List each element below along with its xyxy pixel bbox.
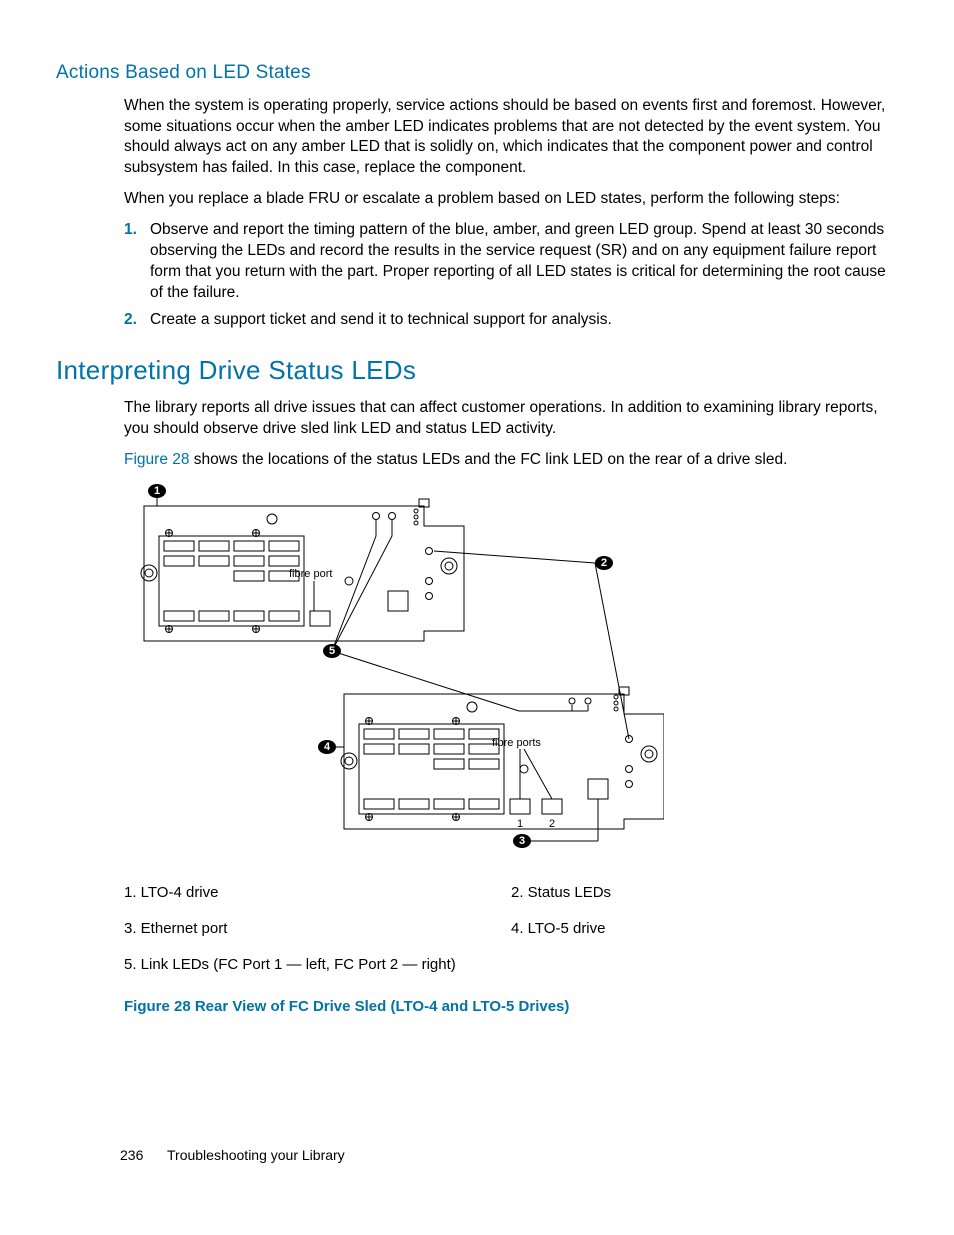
fibre-ports-label-bottom: fibre ports xyxy=(492,737,541,749)
legend-item-3: 3. Ethernet port xyxy=(124,919,511,939)
figure-caption: Figure 28 Rear View of FC Drive Sled (LT… xyxy=(124,997,898,1017)
step-2-text: Create a support ticket and send it to t… xyxy=(150,311,612,328)
legend-item-2: 2. Status LEDs xyxy=(511,883,898,903)
callout-4: 4 xyxy=(324,741,331,753)
legend-item-4: 4. LTO-5 drive xyxy=(511,919,898,939)
page-footer: 236 Troubleshooting your Library xyxy=(120,1146,345,1165)
port-1-label: 1 xyxy=(517,818,523,830)
section1-para1: When the system is operating properly, s… xyxy=(124,96,898,180)
figure-reference-link[interactable]: Figure 28 xyxy=(124,451,189,468)
drive-sled-diagram: fibre port 1 5 2 xyxy=(124,481,664,861)
fibre-port-label-top: fibre port xyxy=(289,568,332,580)
port-2-label: 2 xyxy=(549,818,555,830)
callout-1: 1 xyxy=(154,485,160,497)
step-2-number: 2. xyxy=(124,310,137,331)
step-1-text: Observe and report the timing pattern of… xyxy=(150,221,886,301)
section-heading-interpreting: Interpreting Drive Status LEDs xyxy=(56,353,898,388)
legend-item-5: 5. Link LEDs (FC Port 1 — left, FC Port … xyxy=(124,955,898,975)
step-1: 1. Observe and report the timing pattern… xyxy=(124,220,898,304)
section2-para1: The library reports all drive issues tha… xyxy=(124,398,898,440)
page-number: 236 xyxy=(120,1147,143,1163)
footer-title: Troubleshooting your Library xyxy=(167,1147,345,1163)
figure-legend: 1. LTO-4 drive 2. Status LEDs 3. Etherne… xyxy=(124,883,898,976)
callout-3: 3 xyxy=(519,835,525,847)
callout-5: 5 xyxy=(329,645,335,657)
section2-para2-rest: shows the locations of the status LEDs a… xyxy=(189,451,787,468)
section2-para2: Figure 28 shows the locations of the sta… xyxy=(124,450,898,471)
section1-para2: When you replace a blade FRU or escalate… xyxy=(124,189,898,210)
step-1-number: 1. xyxy=(124,220,137,241)
steps-list: 1. Observe and report the timing pattern… xyxy=(124,220,898,331)
legend-item-1: 1. LTO-4 drive xyxy=(124,883,511,903)
section-heading-actions: Actions Based on LED States xyxy=(56,60,898,86)
step-2: 2. Create a support ticket and send it t… xyxy=(124,310,898,331)
callout-2: 2 xyxy=(601,557,607,569)
